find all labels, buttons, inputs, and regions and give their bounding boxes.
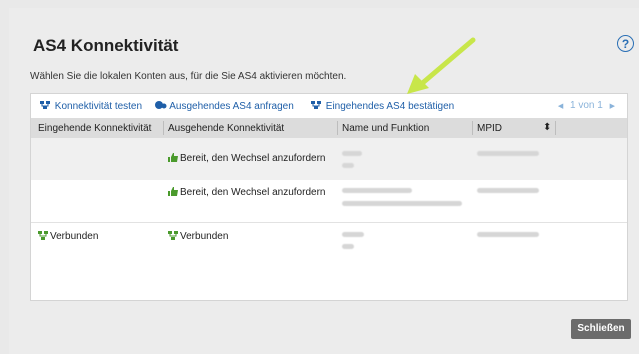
redacted-name — [342, 188, 412, 193]
outgoing-status: Bereit, den Wechsel anzufordern — [168, 187, 325, 198]
outgoing-status-label: Verbunden — [180, 231, 229, 242]
help-icon[interactable]: ? — [617, 35, 634, 52]
pager-prev-icon[interactable]: ◀ — [558, 103, 563, 110]
redacted-mpid — [477, 188, 539, 193]
incoming-status: Verbunden — [38, 231, 98, 242]
table-row[interactable]: Verbunden Verbunden — [31, 222, 627, 301]
redacted-name — [342, 232, 364, 237]
dialog-title: AS4 Konnektivität — [33, 36, 179, 55]
pager: ◀ 1 von 1 ▶ — [558, 100, 615, 111]
redacted-name — [342, 151, 362, 156]
outgoing-status-label: Bereit, den Wechsel anzufordern — [180, 187, 326, 198]
toolbar: Konnektivität testen Ausgehendes AS4 anf… — [31, 94, 627, 118]
column-divider — [337, 121, 338, 135]
confirm-incoming-button[interactable]: Eingehendes AS4 bestätigen — [310, 100, 454, 112]
outgoing-status: Bereit, den Wechsel anzufordern — [168, 153, 325, 164]
redacted-role — [342, 201, 462, 206]
confirm-incoming-label: Eingehendes AS4 bestätigen — [325, 101, 455, 112]
redacted-mpid — [477, 151, 539, 156]
outgoing-status: Verbunden — [168, 231, 228, 242]
column-incoming[interactable]: Eingehende Konnektivität — [38, 123, 151, 134]
incoming-status-label: Verbunden — [50, 231, 99, 242]
test-connectivity-button[interactable]: Konnektivität testen — [39, 100, 142, 112]
incoming-confirm-icon — [311, 101, 321, 109]
request-outgoing-button[interactable]: Ausgehendes AS4 anfragen — [154, 100, 294, 112]
thumbs-up-icon — [168, 153, 178, 162]
annotation-arrow-icon — [407, 37, 476, 94]
network-connected-icon — [38, 231, 48, 240]
column-outgoing[interactable]: Ausgehende Konnektivität — [168, 123, 284, 134]
close-button[interactable]: Schließen — [571, 319, 631, 339]
table-header: Eingehende Konnektivität Ausgehende Konn… — [31, 118, 627, 138]
column-divider — [472, 121, 473, 135]
table-row[interactable]: Bereit, den Wechsel anzufordern — [31, 138, 627, 180]
table-row[interactable]: Bereit, den Wechsel anzufordern — [31, 180, 627, 222]
dialog-subtitle: Wählen Sie die lokalen Konten aus, für d… — [30, 71, 347, 82]
request-outgoing-label: Ausgehendes AS4 anfragen — [169, 101, 294, 112]
pager-next-icon[interactable]: ▶ — [610, 103, 615, 110]
network-connected-icon — [168, 231, 178, 240]
column-divider — [163, 121, 164, 135]
outgoing-request-icon — [155, 101, 167, 109]
network-test-icon — [40, 101, 50, 109]
outgoing-status-label: Bereit, den Wechsel anzufordern — [180, 153, 326, 164]
redacted-mpid — [477, 232, 539, 237]
column-divider — [555, 121, 556, 135]
sort-icon[interactable]: ⬍ — [543, 122, 551, 133]
test-connectivity-label: Konnektivität testen — [54, 101, 143, 112]
redacted-role — [342, 163, 354, 168]
pager-text: 1 von 1 — [570, 100, 603, 111]
column-name-role[interactable]: Name und Funktion — [342, 123, 429, 134]
accounts-panel: Konnektivität testen Ausgehendes AS4 anf… — [30, 93, 628, 301]
redacted-role — [342, 244, 354, 249]
column-mpid[interactable]: MPID — [477, 123, 502, 134]
thumbs-up-icon — [168, 187, 178, 196]
